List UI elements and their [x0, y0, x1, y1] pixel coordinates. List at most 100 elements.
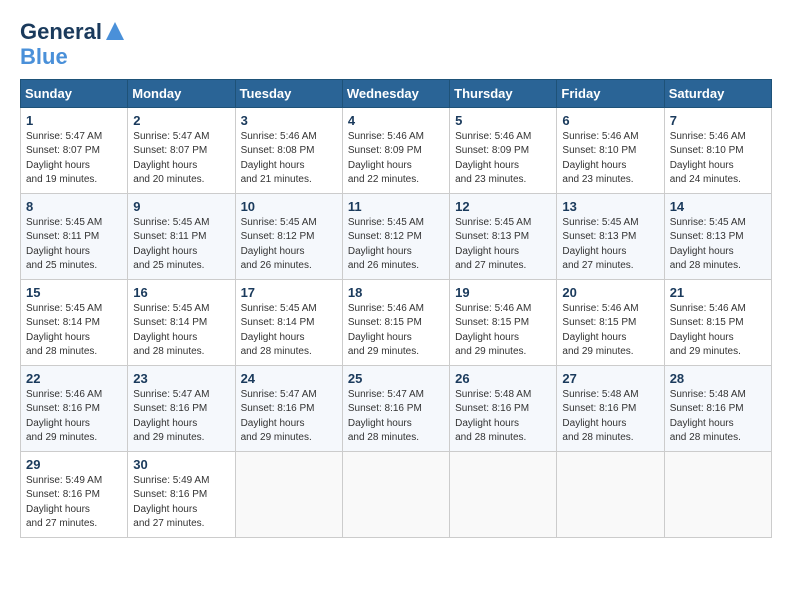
logo-text-blue: Blue	[20, 44, 68, 69]
day-number: 20	[562, 285, 658, 300]
logo: General Blue	[20, 20, 124, 69]
calendar-day: 22 Sunrise: 5:46 AM Sunset: 8:16 PM Dayl…	[21, 365, 128, 451]
calendar-day	[557, 451, 664, 537]
day-info: Sunrise: 5:48 AM Sunset: 8:16 PM Dayligh…	[455, 388, 551, 446]
day-number: 26	[455, 371, 551, 386]
logo-icon	[106, 22, 124, 40]
day-number: 2	[133, 113, 229, 128]
day-info: Sunrise: 5:46 AM Sunset: 8:10 PM Dayligh…	[562, 130, 658, 188]
day-info: Sunrise: 5:46 AM Sunset: 8:15 PM Dayligh…	[348, 302, 444, 360]
calendar-day: 24 Sunrise: 5:47 AM Sunset: 8:16 PM Dayl…	[235, 365, 342, 451]
day-number: 1	[26, 113, 122, 128]
calendar-day: 18 Sunrise: 5:46 AM Sunset: 8:15 PM Dayl…	[342, 279, 449, 365]
day-number: 29	[26, 457, 122, 472]
day-info: Sunrise: 5:46 AM Sunset: 8:15 PM Dayligh…	[670, 302, 766, 360]
day-info: Sunrise: 5:45 AM Sunset: 8:14 PM Dayligh…	[26, 302, 122, 360]
page-header: General Blue	[20, 20, 772, 69]
day-info: Sunrise: 5:49 AM Sunset: 8:16 PM Dayligh…	[26, 474, 122, 532]
day-number: 17	[241, 285, 337, 300]
day-number: 23	[133, 371, 229, 386]
calendar-day: 28 Sunrise: 5:48 AM Sunset: 8:16 PM Dayl…	[664, 365, 771, 451]
calendar-week-5: 29 Sunrise: 5:49 AM Sunset: 8:16 PM Dayl…	[21, 451, 772, 537]
calendar-day	[664, 451, 771, 537]
calendar-day: 6 Sunrise: 5:46 AM Sunset: 8:10 PM Dayli…	[557, 107, 664, 193]
day-number: 5	[455, 113, 551, 128]
calendar-header-row: SundayMondayTuesdayWednesdayThursdayFrid…	[21, 79, 772, 107]
day-info: Sunrise: 5:47 AM Sunset: 8:07 PM Dayligh…	[26, 130, 122, 188]
day-info: Sunrise: 5:48 AM Sunset: 8:16 PM Dayligh…	[670, 388, 766, 446]
day-info: Sunrise: 5:45 AM Sunset: 8:13 PM Dayligh…	[562, 216, 658, 274]
day-number: 15	[26, 285, 122, 300]
calendar-week-3: 15 Sunrise: 5:45 AM Sunset: 8:14 PM Dayl…	[21, 279, 772, 365]
day-info: Sunrise: 5:46 AM Sunset: 8:09 PM Dayligh…	[348, 130, 444, 188]
day-info: Sunrise: 5:47 AM Sunset: 8:16 PM Dayligh…	[348, 388, 444, 446]
calendar-day: 16 Sunrise: 5:45 AM Sunset: 8:14 PM Dayl…	[128, 279, 235, 365]
calendar-day: 4 Sunrise: 5:46 AM Sunset: 8:09 PM Dayli…	[342, 107, 449, 193]
calendar-day: 9 Sunrise: 5:45 AM Sunset: 8:11 PM Dayli…	[128, 193, 235, 279]
day-info: Sunrise: 5:48 AM Sunset: 8:16 PM Dayligh…	[562, 388, 658, 446]
day-number: 30	[133, 457, 229, 472]
day-info: Sunrise: 5:46 AM Sunset: 8:08 PM Dayligh…	[241, 130, 337, 188]
day-number: 13	[562, 199, 658, 214]
day-number: 6	[562, 113, 658, 128]
logo-text-general: General	[20, 20, 102, 44]
day-number: 24	[241, 371, 337, 386]
day-number: 10	[241, 199, 337, 214]
day-info: Sunrise: 5:46 AM Sunset: 8:16 PM Dayligh…	[26, 388, 122, 446]
weekday-header-sunday: Sunday	[21, 79, 128, 107]
calendar-week-1: 1 Sunrise: 5:47 AM Sunset: 8:07 PM Dayli…	[21, 107, 772, 193]
calendar-week-4: 22 Sunrise: 5:46 AM Sunset: 8:16 PM Dayl…	[21, 365, 772, 451]
calendar-table: SundayMondayTuesdayWednesdayThursdayFrid…	[20, 79, 772, 538]
day-number: 28	[670, 371, 766, 386]
calendar-day: 12 Sunrise: 5:45 AM Sunset: 8:13 PM Dayl…	[450, 193, 557, 279]
day-info: Sunrise: 5:45 AM Sunset: 8:11 PM Dayligh…	[26, 216, 122, 274]
day-info: Sunrise: 5:45 AM Sunset: 8:14 PM Dayligh…	[241, 302, 337, 360]
calendar-day: 25 Sunrise: 5:47 AM Sunset: 8:16 PM Dayl…	[342, 365, 449, 451]
day-info: Sunrise: 5:46 AM Sunset: 8:10 PM Dayligh…	[670, 130, 766, 188]
calendar-day: 19 Sunrise: 5:46 AM Sunset: 8:15 PM Dayl…	[450, 279, 557, 365]
day-number: 22	[26, 371, 122, 386]
calendar-day: 26 Sunrise: 5:48 AM Sunset: 8:16 PM Dayl…	[450, 365, 557, 451]
day-number: 14	[670, 199, 766, 214]
calendar-day	[450, 451, 557, 537]
day-number: 11	[348, 199, 444, 214]
day-number: 9	[133, 199, 229, 214]
weekday-header-tuesday: Tuesday	[235, 79, 342, 107]
day-info: Sunrise: 5:45 AM Sunset: 8:13 PM Dayligh…	[455, 216, 551, 274]
day-number: 25	[348, 371, 444, 386]
day-number: 21	[670, 285, 766, 300]
day-number: 4	[348, 113, 444, 128]
calendar-day: 7 Sunrise: 5:46 AM Sunset: 8:10 PM Dayli…	[664, 107, 771, 193]
calendar-day: 17 Sunrise: 5:45 AM Sunset: 8:14 PM Dayl…	[235, 279, 342, 365]
day-info: Sunrise: 5:45 AM Sunset: 8:12 PM Dayligh…	[348, 216, 444, 274]
calendar-day: 1 Sunrise: 5:47 AM Sunset: 8:07 PM Dayli…	[21, 107, 128, 193]
calendar-day: 21 Sunrise: 5:46 AM Sunset: 8:15 PM Dayl…	[664, 279, 771, 365]
calendar-day: 29 Sunrise: 5:49 AM Sunset: 8:16 PM Dayl…	[21, 451, 128, 537]
weekday-header-saturday: Saturday	[664, 79, 771, 107]
day-info: Sunrise: 5:47 AM Sunset: 8:07 PM Dayligh…	[133, 130, 229, 188]
day-info: Sunrise: 5:46 AM Sunset: 8:15 PM Dayligh…	[455, 302, 551, 360]
weekday-header-thursday: Thursday	[450, 79, 557, 107]
day-number: 27	[562, 371, 658, 386]
calendar-day: 3 Sunrise: 5:46 AM Sunset: 8:08 PM Dayli…	[235, 107, 342, 193]
day-number: 3	[241, 113, 337, 128]
day-info: Sunrise: 5:45 AM Sunset: 8:14 PM Dayligh…	[133, 302, 229, 360]
calendar-day	[235, 451, 342, 537]
calendar-day: 5 Sunrise: 5:46 AM Sunset: 8:09 PM Dayli…	[450, 107, 557, 193]
calendar-day: 23 Sunrise: 5:47 AM Sunset: 8:16 PM Dayl…	[128, 365, 235, 451]
weekday-header-friday: Friday	[557, 79, 664, 107]
calendar-day: 27 Sunrise: 5:48 AM Sunset: 8:16 PM Dayl…	[557, 365, 664, 451]
calendar-day: 11 Sunrise: 5:45 AM Sunset: 8:12 PM Dayl…	[342, 193, 449, 279]
day-number: 19	[455, 285, 551, 300]
calendar-day: 2 Sunrise: 5:47 AM Sunset: 8:07 PM Dayli…	[128, 107, 235, 193]
calendar-day: 20 Sunrise: 5:46 AM Sunset: 8:15 PM Dayl…	[557, 279, 664, 365]
calendar-day: 14 Sunrise: 5:45 AM Sunset: 8:13 PM Dayl…	[664, 193, 771, 279]
day-info: Sunrise: 5:46 AM Sunset: 8:15 PM Dayligh…	[562, 302, 658, 360]
calendar-week-2: 8 Sunrise: 5:45 AM Sunset: 8:11 PM Dayli…	[21, 193, 772, 279]
day-info: Sunrise: 5:47 AM Sunset: 8:16 PM Dayligh…	[133, 388, 229, 446]
calendar-day: 13 Sunrise: 5:45 AM Sunset: 8:13 PM Dayl…	[557, 193, 664, 279]
day-info: Sunrise: 5:45 AM Sunset: 8:13 PM Dayligh…	[670, 216, 766, 274]
weekday-header-monday: Monday	[128, 79, 235, 107]
day-info: Sunrise: 5:49 AM Sunset: 8:16 PM Dayligh…	[133, 474, 229, 532]
day-number: 12	[455, 199, 551, 214]
